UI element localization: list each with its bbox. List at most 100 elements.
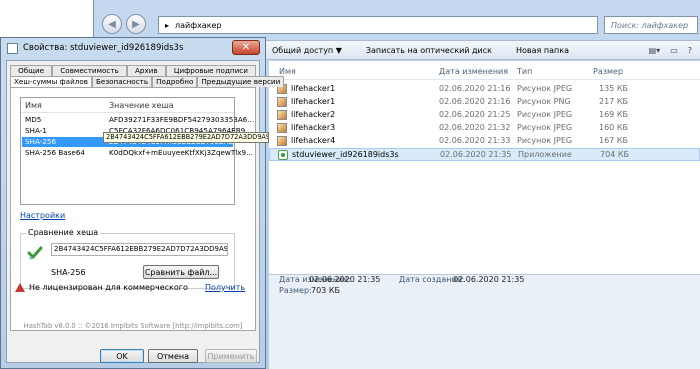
tab-compatibility[interactable]: Совместимость (52, 65, 127, 76)
hash-name: SHA-1 (25, 126, 47, 135)
compare-hash-group: Сравнение хеша 2B4743424C5FFA612EBB279E2… (20, 228, 235, 289)
tabs-row-1: Общие Совместимость Архив Цифровые подпи… (10, 65, 257, 76)
preview-pane-icon[interactable]: ▭ (670, 46, 678, 55)
tab-previous-versions[interactable]: Предыдущие версии (197, 76, 285, 87)
get-license-link[interactable]: Получить (205, 283, 245, 292)
tab-details[interactable]: Подробно (152, 76, 198, 87)
size-value: 703 КБ (311, 286, 340, 295)
hash-value: AFD39271F33FE9BDF54279303353A6... (109, 115, 255, 124)
compare-algorithm: SHA-256 (51, 268, 86, 277)
column-name[interactable]: Имя (279, 67, 296, 76)
details-pane: Дата изменения: 02.06.2020 21:35 Дата со… (269, 274, 700, 369)
burn-button[interactable]: Записать на оптический диск (354, 46, 504, 55)
column-type[interactable]: Тип (517, 67, 532, 76)
image-icon (277, 97, 287, 107)
hash-row[interactable]: SHA-256 Base64 K0dDQkxf+mEuuyeeKtfXKj3Zq… (22, 148, 253, 158)
address-bar[interactable]: ▸ лайфхакер (158, 16, 598, 34)
back-button[interactable]: ◀ (102, 14, 122, 34)
hash-value: K0dDQkxf+mEuuyeeKtfXKj3ZqewTlx9... (109, 148, 253, 157)
file-name: lifehacker1 (291, 84, 336, 93)
cancel-button[interactable]: Отмена (148, 349, 198, 363)
image-icon (277, 110, 287, 120)
column-date[interactable]: Дата изменения (439, 67, 508, 76)
file-name: lifehacker2 (291, 110, 336, 119)
hash-tooltip: 2B4743424C5FFA612EBB279E2AD7D72A3DD9A9EC… (103, 132, 269, 143)
properties-dialog: Свойства: stduviewer_id926189ids3s ✕ Общ… (0, 37, 285, 369)
dialog-titlebar: Свойства: stduviewer_id926189ids3s (1, 38, 265, 58)
warning-icon (15, 283, 25, 292)
compare-hash-input[interactable]: 2B4743424C5FFA612EBB279E2AD7D72A3DD9A9EC… (51, 243, 228, 256)
file-date: 02.06.2020 21:25 (439, 110, 511, 119)
license-text: Не лицензирован для коммерческого (29, 283, 188, 292)
view-options-icon[interactable]: ▤▾ (649, 46, 661, 55)
app-icon (7, 42, 18, 54)
size-label: Размер: (279, 286, 312, 295)
hash-row[interactable]: MD5 AFD39271F33FE9BDF54279303353A6... (22, 115, 254, 125)
file-size: 167 КБ (599, 136, 628, 145)
apply-button[interactable]: Применить (205, 349, 257, 363)
file-row[interactable]: lifehacker4 02.06.2020 21:33 Рисунок JPE… (269, 135, 700, 148)
file-size: 704 КБ (600, 150, 629, 159)
file-name: lifehacker4 (291, 136, 336, 145)
file-date: 02.06.2020 21:33 (439, 136, 511, 145)
file-name: lifehacker1 (291, 97, 336, 106)
dialog-title: Свойства: stduviewer_id926189ids3s (23, 43, 184, 53)
tab-security[interactable]: Безопасность (91, 76, 153, 87)
compare-hash-legend: Сравнение хеша (26, 228, 101, 237)
file-type: Рисунок JPEG (517, 110, 573, 119)
file-row[interactable]: lifehacker1 02.06.2020 21:16 Рисунок JPE… (269, 83, 700, 96)
image-icon (277, 136, 287, 146)
file-row[interactable]: lifehacker1 02.06.2020 21:16 Рисунок PNG… (269, 96, 700, 109)
column-size[interactable]: Размер (593, 67, 623, 76)
file-row-selected[interactable]: stduviewer_id926189ids3s 02.06.2020 21:3… (269, 148, 700, 161)
file-name: lifehacker3 (291, 123, 336, 132)
new-folder-button[interactable]: Новая папка (504, 46, 581, 55)
file-row[interactable]: lifehacker2 02.06.2020 21:25 Рисунок JPE… (269, 109, 700, 122)
file-type: Рисунок JPEG (517, 136, 573, 145)
file-type: Рисунок JPEG (517, 84, 573, 93)
chevron-right-icon: ▸ (165, 20, 170, 30)
hash-match-check-icon (27, 246, 43, 260)
hash-name: SHA-256 (25, 137, 57, 146)
tab-general[interactable]: Общие (10, 65, 53, 76)
file-size: 160 КБ (599, 123, 628, 132)
hash-list[interactable]: Имя Значение хеша MD5 AFD39271F33FE9BDF5… (20, 97, 254, 205)
tab-digital-signatures[interactable]: Цифровые подписи (165, 65, 257, 76)
tabs-row-2: Хеш-суммы файлов Безопасность Подробно П… (10, 76, 285, 87)
file-type: Рисунок JPEG (517, 123, 573, 132)
file-date: 02.06.2020 21:16 (439, 84, 511, 93)
file-date: 02.06.2020 21:32 (439, 123, 511, 132)
explorer-titlebar: ◀ ▶ ▸ лайфхакер Поиск: лайфхакер (94, 0, 700, 40)
modified-value: 02.06.2020 21:35 (309, 275, 381, 284)
forward-button[interactable]: ▶ (126, 14, 146, 34)
tab-archive[interactable]: Архив (126, 65, 166, 76)
dialog-body: Общие Совместимость Архив Цифровые подпи… (6, 60, 285, 363)
address-path: лайфхакер (175, 20, 222, 30)
file-type: Приложение (518, 150, 572, 159)
hashtab-footer: HashTab v6.0.0 :: ©2016 Implbits Softwar… (23, 322, 243, 330)
file-size: 169 КБ (599, 110, 628, 119)
compare-file-button[interactable]: Сравнить файл... (143, 265, 219, 279)
file-size: 135 КБ (599, 84, 628, 93)
file-name: stduviewer_id926189ids3s (292, 150, 399, 159)
file-list: Имя Дата изменения Тип Размер lifehacker… (269, 61, 700, 274)
image-icon (277, 123, 287, 133)
file-type: Рисунок PNG (517, 97, 571, 106)
help-icon[interactable]: ? (688, 46, 692, 55)
hash-list-header: Имя Значение хеша (21, 98, 234, 113)
settings-link[interactable]: Настройки (20, 211, 65, 220)
close-button[interactable]: ✕ (232, 40, 260, 55)
search-input[interactable]: Поиск: лайфхакер (604, 16, 698, 34)
file-row[interactable]: lifehacker3 02.06.2020 21:32 Рисунок JPE… (269, 122, 700, 135)
file-size: 217 КБ (599, 97, 628, 106)
ok-button[interactable]: OK (100, 349, 144, 363)
file-date: 02.06.2020 21:35 (440, 150, 512, 159)
file-date: 02.06.2020 21:16 (439, 97, 511, 106)
file-list-header: Имя Дата изменения Тип Размер (269, 63, 700, 80)
column-name[interactable]: Имя (25, 101, 42, 110)
hash-name: MD5 (25, 115, 42, 124)
tab-file-hashes[interactable]: Хеш-суммы файлов (10, 76, 92, 87)
column-hash-value[interactable]: Значение хеша (109, 101, 174, 110)
hash-name: SHA-256 Base64 (25, 148, 85, 157)
created-value: 02.06.2020 21:35 (453, 275, 525, 284)
